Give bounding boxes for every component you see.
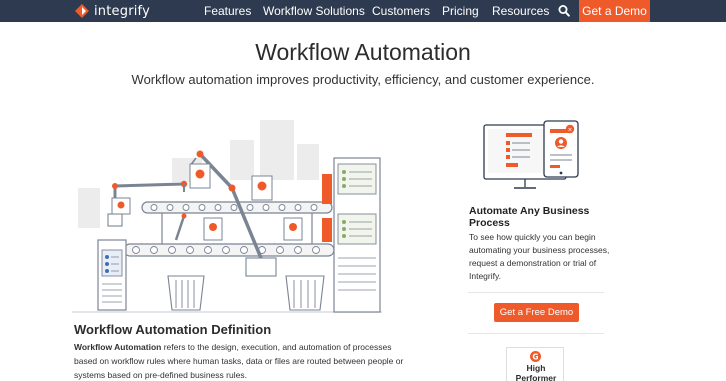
sidebar-divider	[468, 292, 604, 293]
devices-illustration: ×	[483, 120, 579, 189]
badge-label: Performer	[515, 373, 557, 381]
get-a-demo-button[interactable]: Get a Demo	[579, 0, 650, 22]
nav-item-resources[interactable]: Resources	[492, 3, 549, 19]
definition-bold-lead: Workflow Automation	[74, 342, 162, 352]
workflow-factory-illustration	[72, 120, 382, 313]
g2-high-performer-badge: G High Performer	[506, 347, 564, 381]
definition-heading: Workflow Automation Definition	[74, 322, 272, 337]
nav-item-pricing[interactable]: Pricing	[442, 3, 479, 19]
svg-text:×: ×	[567, 127, 572, 134]
page-subtitle: Workflow automation improves productivit…	[131, 72, 595, 87]
sidebar-heading: Automate Any Business Process	[469, 205, 590, 229]
badge-label: High	[526, 363, 546, 373]
g2-icon: G	[530, 351, 541, 362]
definition-text: Workflow Automation refers to the design…	[74, 340, 414, 381]
sidebar-text: To see how quickly you can begin automat…	[469, 232, 610, 281]
svg-text:G: G	[532, 352, 538, 361]
nav-item-workflow-solutions[interactable]: Workflow Solutions	[263, 3, 365, 19]
nav-item-customers[interactable]: Customers	[372, 3, 430, 19]
search-icon[interactable]	[558, 4, 570, 18]
nav-item-features[interactable]: Features	[204, 3, 251, 19]
top-navigation: integrify Features Workflow Solutions Cu…	[0, 0, 726, 22]
sidebar-divider	[468, 333, 604, 334]
get-a-free-demo-button[interactable]: Get a Free Demo	[494, 303, 579, 322]
page-title: Workflow Automation	[255, 39, 471, 65]
